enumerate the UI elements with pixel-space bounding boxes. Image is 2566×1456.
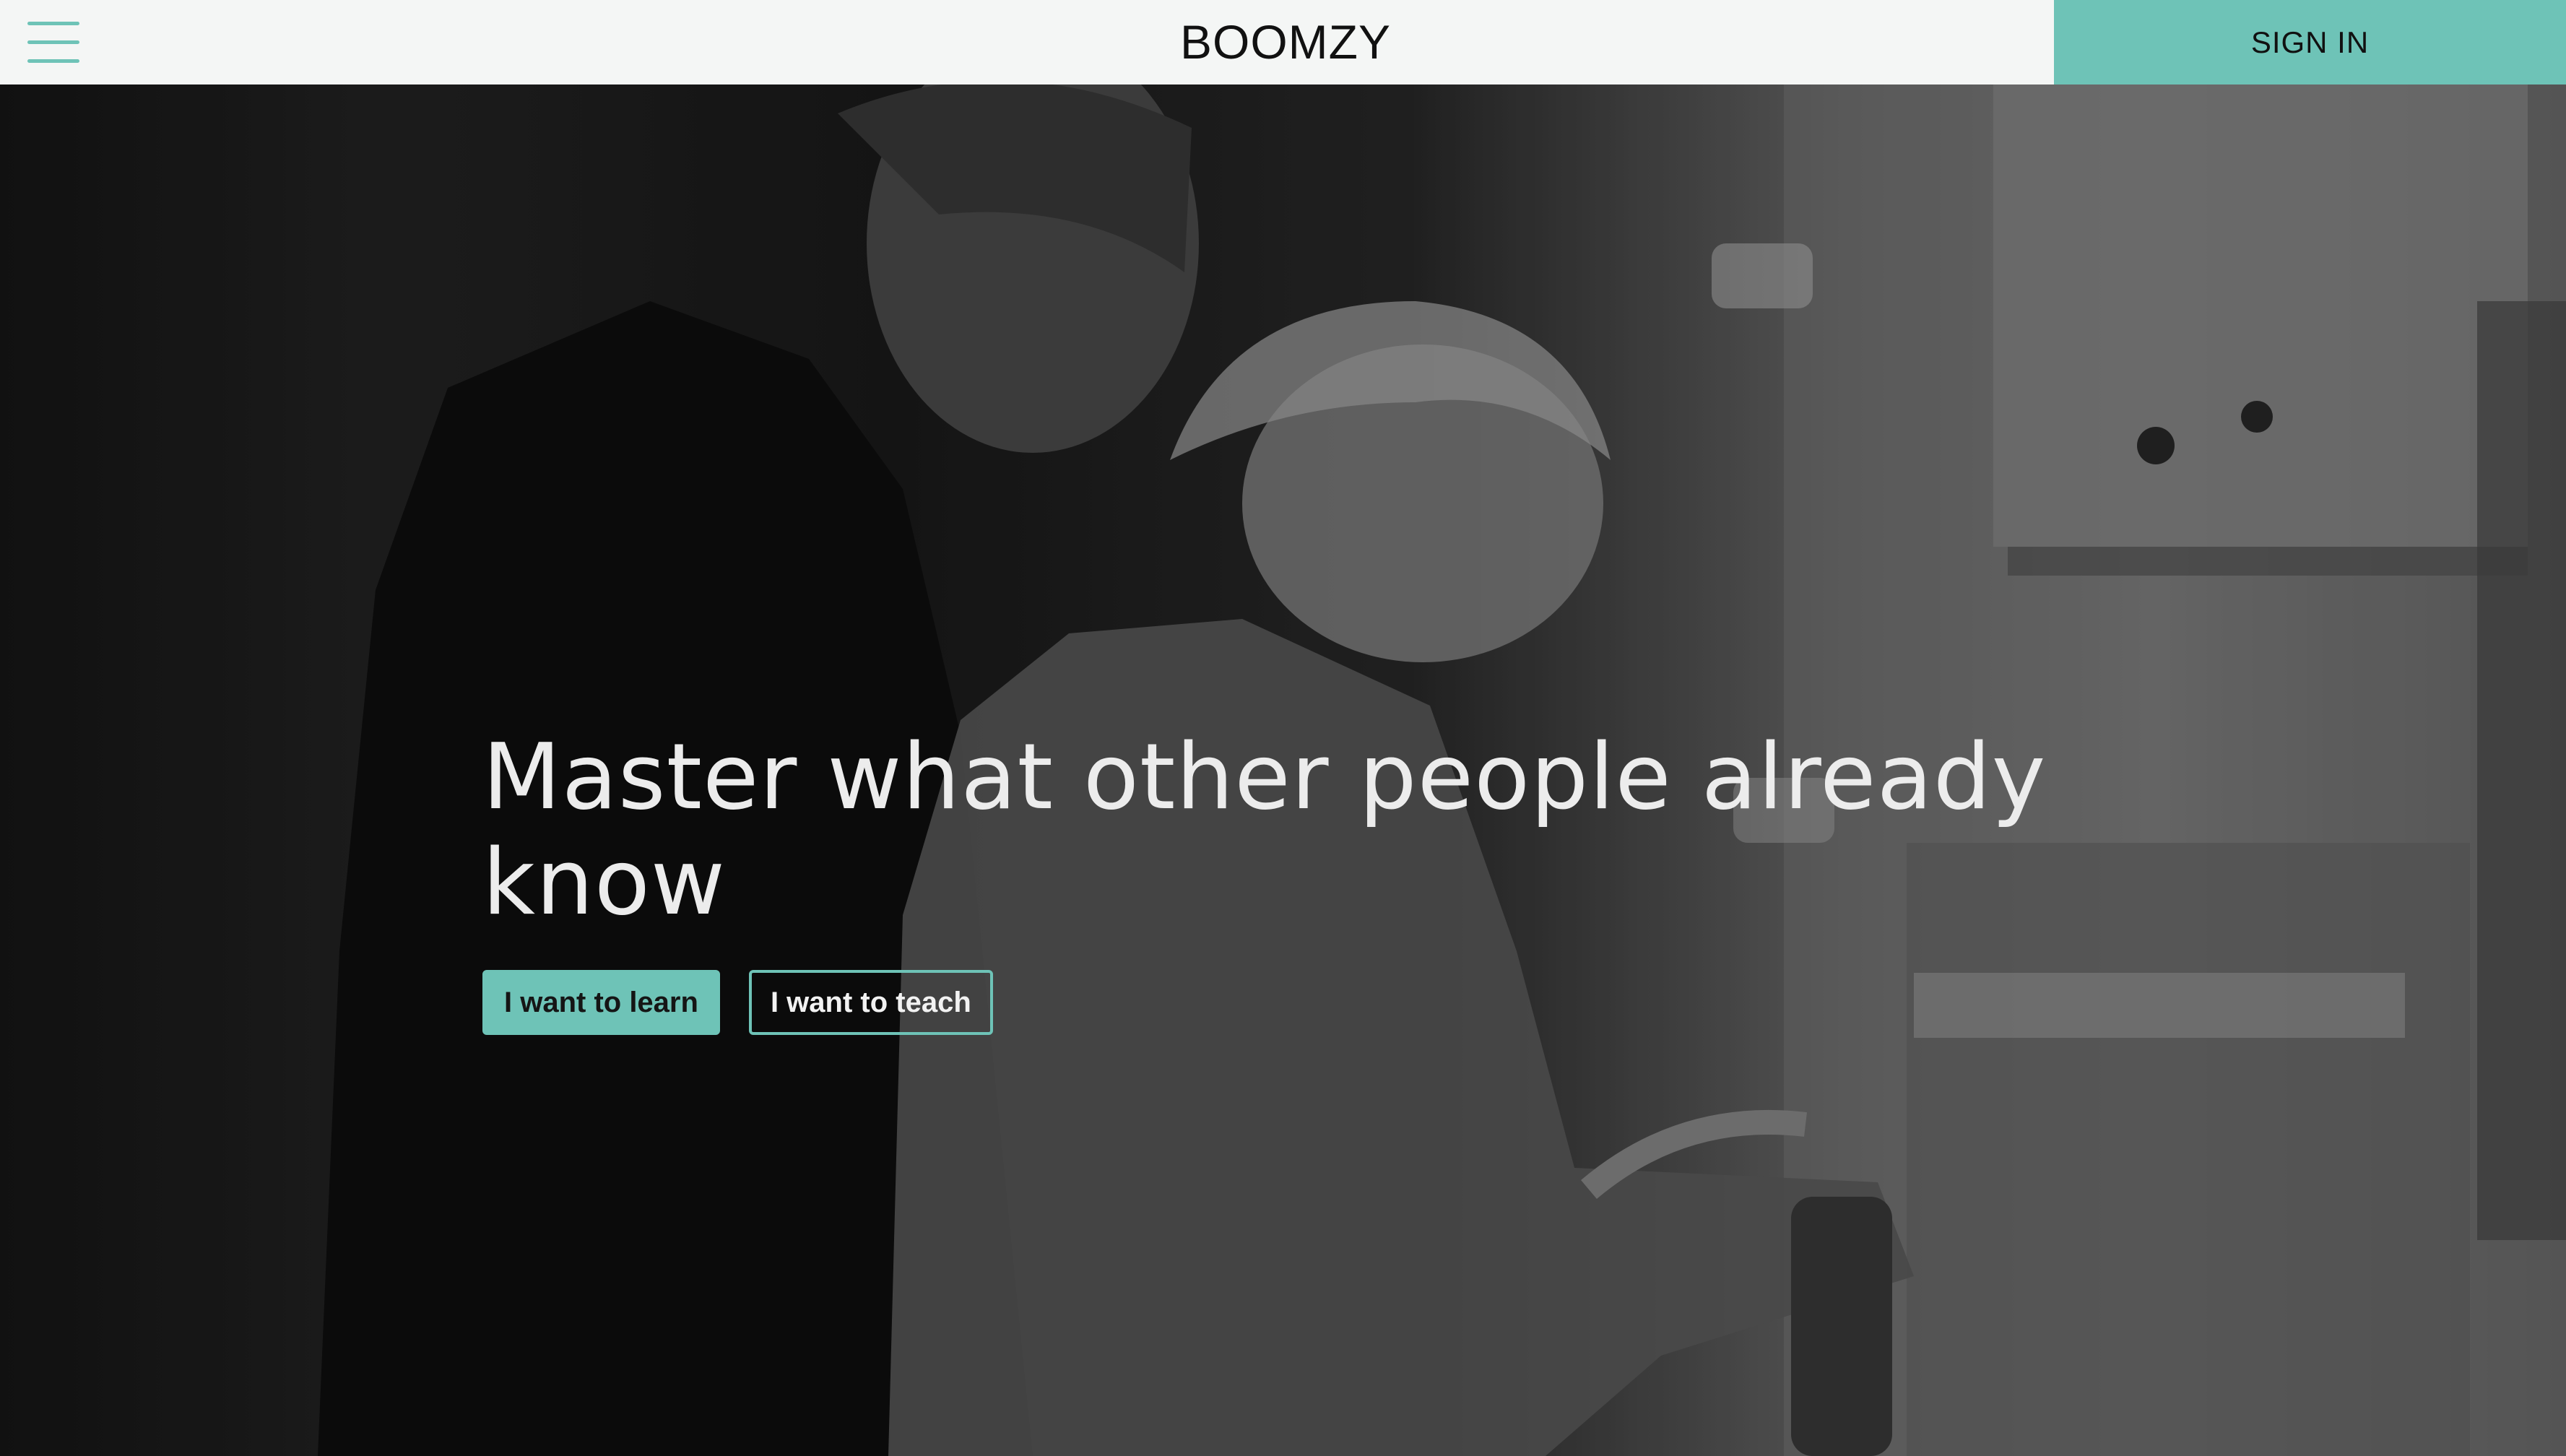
page: BOOMZY SIGN IN Master what other people … (0, 0, 2566, 1456)
menu-line (27, 59, 79, 63)
top-nav-bar: BOOMZY SIGN IN (0, 0, 2566, 84)
hero-headline: Master what other people already know (482, 724, 2047, 935)
menu-line (27, 22, 79, 25)
brand-logo[interactable]: BOOMZY (968, 0, 1603, 84)
menu-line (27, 40, 79, 44)
sign-in-button[interactable]: SIGN IN (2054, 0, 2566, 84)
hamburger-menu-icon[interactable] (27, 20, 82, 67)
cta-button-group: I want to learn I want to teach (482, 970, 993, 1035)
hero-section: Master what other people already know I … (0, 84, 2566, 1456)
learn-button[interactable]: I want to learn (482, 970, 720, 1035)
teach-button[interactable]: I want to teach (748, 970, 993, 1035)
